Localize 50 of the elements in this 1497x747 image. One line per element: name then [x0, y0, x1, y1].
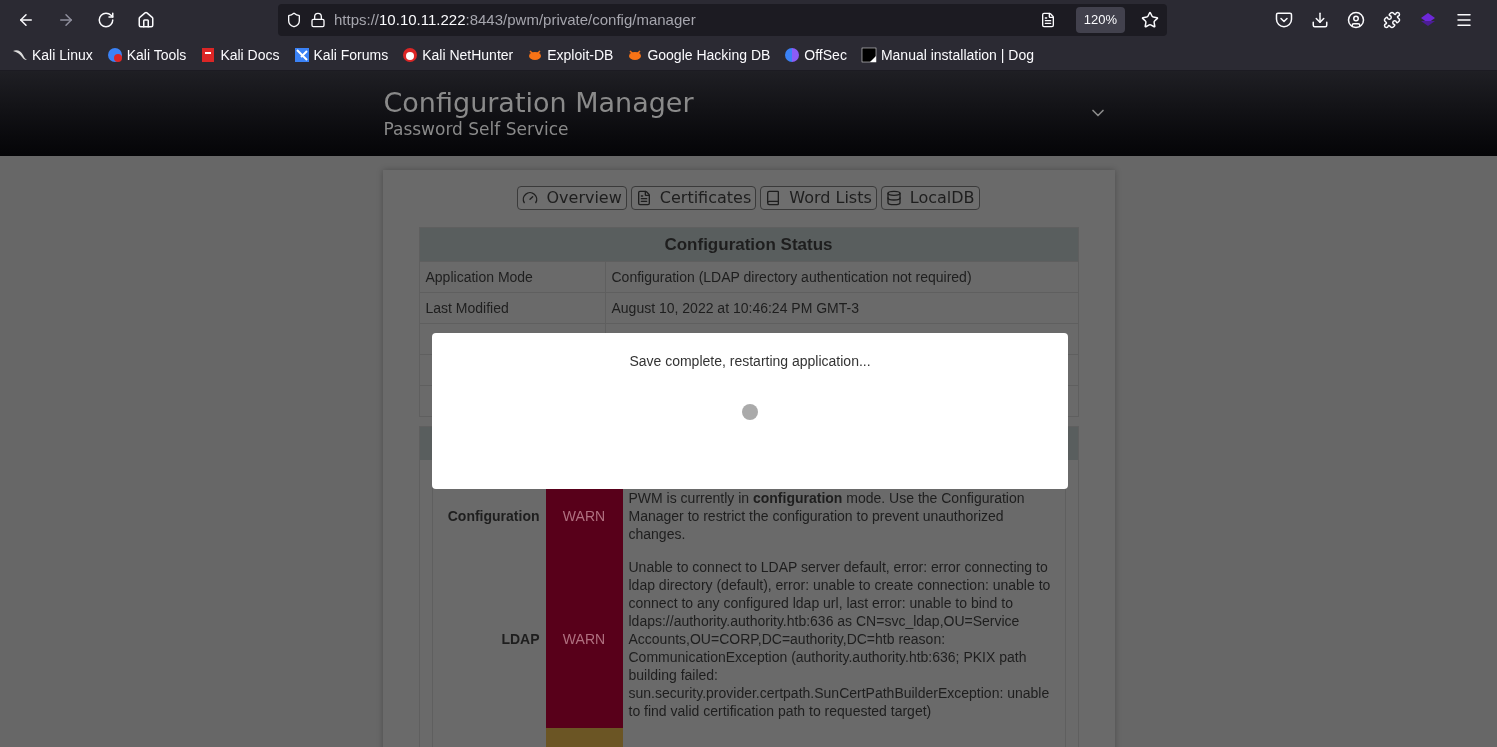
- book-icon: [765, 190, 782, 206]
- shield-icon: [286, 12, 302, 28]
- page-subtitle: Password Self Service: [383, 119, 570, 139]
- lock-icon: [310, 12, 326, 28]
- forum-icon: [293, 47, 310, 63]
- loading-spinner: [742, 404, 758, 420]
- square-icon: [860, 47, 877, 63]
- bookmark-link[interactable]: Kali Docs: [200, 44, 280, 66]
- page-title: Configuration Manager: [383, 87, 694, 119]
- document-icon: [200, 47, 217, 63]
- extensions-icon[interactable]: [1383, 11, 1401, 29]
- reload-icon: [97, 11, 115, 29]
- bookmark-link[interactable]: Manual installation | Dog: [860, 44, 1034, 66]
- bookmark-link[interactable]: Kali Linux: [12, 44, 93, 66]
- table-cell-text: Configuration (LDAP directory authentication not required): [610, 267, 973, 287]
- bug-icon: [527, 47, 544, 63]
- table-heading: Configuration Status: [419, 228, 1078, 261]
- nethunter-icon: [402, 47, 419, 63]
- forward-arrow-icon: [57, 11, 75, 29]
- table-cell: Application Mode: [419, 262, 606, 292]
- bookmark-star-icon[interactable]: [1141, 11, 1159, 29]
- bookmark-link[interactable]: Kali Tools: [106, 44, 187, 66]
- health-topic: LDAP: [500, 630, 541, 649]
- menu-icon[interactable]: [1455, 11, 1473, 29]
- bookmark-link[interactable]: Google Hacking DB: [627, 44, 771, 66]
- offsec-icon: [784, 47, 801, 63]
- health-message: PWM is currently in configuration mode. Use the Configuration Manager to restrict the configuration to prevent unauthorized changes.: [627, 489, 1026, 544]
- home-icon: [137, 11, 155, 29]
- bug-icon: [627, 47, 644, 63]
- pocket-icon[interactable]: [1275, 11, 1293, 29]
- account-icon[interactable]: [1347, 11, 1365, 29]
- table-cell: Last Modified: [419, 293, 606, 323]
- table-cell-text: August 10, 2022 at 10:46:24 PM GMT-3: [610, 298, 860, 318]
- globe-icon: [106, 47, 123, 63]
- zoom-level[interactable]: 120%: [1075, 7, 1125, 33]
- document-icon: [635, 190, 652, 206]
- status-indicator: WARN: [545, 551, 623, 728]
- database-icon: [885, 190, 902, 206]
- bookmark-link[interactable]: Kali NetHunter: [402, 44, 514, 66]
- address-bar[interactable]: https://10.10.11.222:8443/pwm/private/config/manager 120%: [278, 4, 1167, 36]
- bookmark-link[interactable]: Kali Forums: [293, 44, 389, 66]
- gauge-icon: [522, 190, 539, 206]
- health-message: Unable to connect to LDAP server default, error: error connecting to ldap directory (default), error: unable to create connection: unable to connect to any configured ldap url, last error: unable to bind to ldaps://authority.authority.htb:636 as CN=svc_ldap,OU=Service Accounts,OU=CORP,DC=authority,DC=htb reason: CommunicationException (authority.authority.htb:636; PKIX path building failed: sun.security.provider.certpath.SunCertPathBuilderException: unable to find valid certification path to requested target): [627, 558, 1052, 721]
- url-text: https://10.10.11.222:8443/pwm/private/config/manager: [334, 9, 696, 30]
- download-icon[interactable]: [1311, 11, 1329, 29]
- bookmark-link[interactable]: Exploit-DB: [527, 44, 614, 66]
- health-topic: Configuration: [446, 507, 541, 526]
- dialog-message: Save complete, restarting application...: [629, 352, 871, 371]
- reader-view-icon[interactable]: [1039, 12, 1056, 28]
- bookmark-link[interactable]: OffSec: [784, 44, 847, 66]
